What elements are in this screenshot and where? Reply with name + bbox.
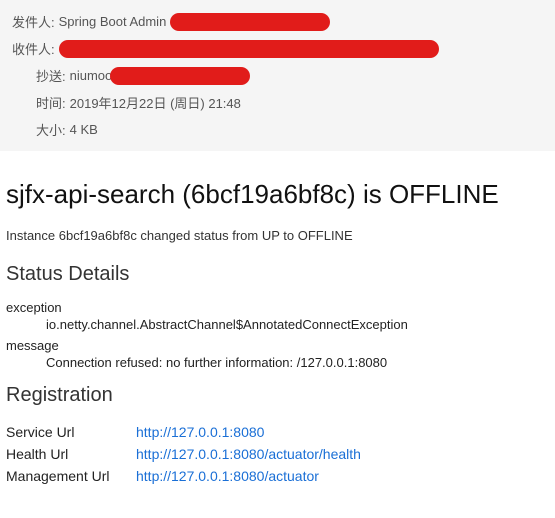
management-url-label: Management Url: [6, 465, 136, 487]
email-body: sjfx-api-search (6bcf19a6bf8c) is OFFLIN…: [0, 151, 555, 493]
email-header: 发件人: Spring Boot Admin 收件人: 抄送: niumoo 时…: [0, 0, 555, 151]
message-key: message: [6, 338, 549, 353]
service-url-label: Service Url: [6, 421, 136, 443]
from-label: 发件人:: [12, 12, 55, 31]
management-url-link[interactable]: http://127.0.0.1:8080/actuator: [136, 468, 319, 484]
service-url-link[interactable]: http://127.0.0.1:8080: [136, 424, 264, 440]
cc-label: 抄送:: [36, 66, 66, 85]
size-label: 大小:: [36, 120, 66, 139]
page-title: sjfx-api-search (6bcf19a6bf8c) is OFFLIN…: [6, 179, 549, 210]
table-row: Management Url http://127.0.0.1:8080/act…: [6, 465, 361, 487]
table-row: Service Url http://127.0.0.1:8080: [6, 421, 361, 443]
from-row: 发件人: Spring Boot Admin: [12, 8, 543, 35]
health-url-link[interactable]: http://127.0.0.1:8080/actuator/health: [136, 446, 361, 462]
size-row: 大小: 4 KB: [12, 116, 543, 143]
from-value: Spring Boot Admin: [59, 14, 167, 29]
redacted-bar-icon: [170, 13, 330, 31]
redacted-bar-icon: [110, 67, 250, 85]
status-details: exception io.netty.channel.AbstractChann…: [6, 300, 549, 370]
time-value: 2019年12月22日 (周日) 21:48: [70, 93, 241, 112]
message-value: Connection refused: no further informati…: [46, 355, 549, 370]
to-row: 收件人:: [12, 35, 543, 62]
exception-value: io.netty.channel.AbstractChannel$Annotat…: [46, 317, 549, 332]
instance-status-line: Instance 6bcf19a6bf8c changed status fro…: [6, 228, 549, 243]
time-label: 时间:: [36, 93, 66, 112]
exception-key: exception: [6, 300, 549, 315]
redacted-bar-icon: [59, 40, 439, 58]
table-row: Health Url http://127.0.0.1:8080/actuato…: [6, 443, 361, 465]
time-row: 时间: 2019年12月22日 (周日) 21:48: [12, 89, 543, 116]
health-url-label: Health Url: [6, 443, 136, 465]
registration-table: Service Url http://127.0.0.1:8080 Health…: [6, 421, 361, 487]
registration-heading: Registration: [6, 384, 549, 407]
cc-value: niumoo: [70, 68, 113, 83]
to-label: 收件人:: [12, 39, 55, 58]
cc-row: 抄送: niumoo: [12, 62, 543, 89]
status-details-heading: Status Details: [6, 263, 549, 286]
size-value: 4 KB: [70, 122, 98, 137]
